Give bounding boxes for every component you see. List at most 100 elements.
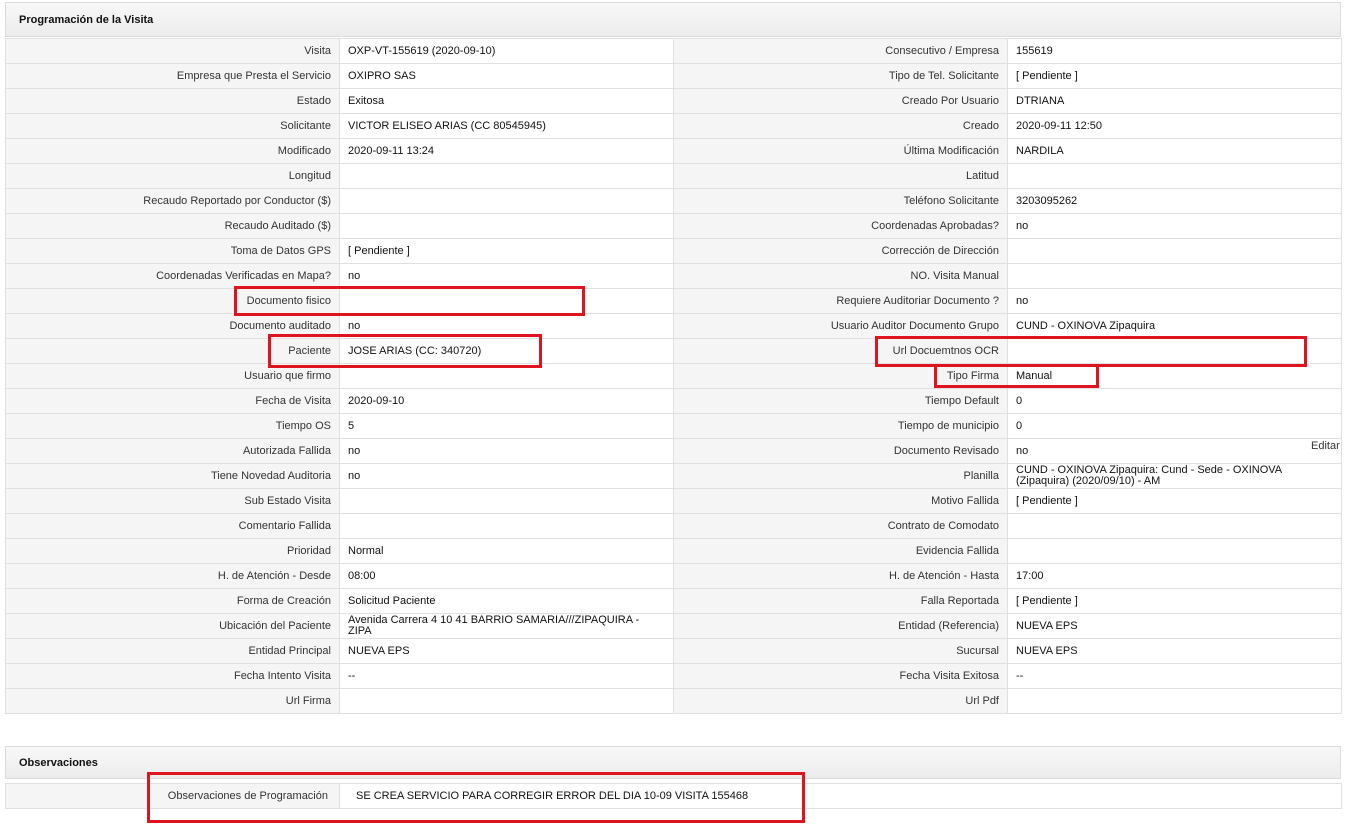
table-row: Paciente JOSE ARIAS (CC: 340720) Url Docue… bbox=[5, 338, 1342, 364]
field-label: Última Modificación bbox=[673, 138, 1008, 164]
field-label: Estado bbox=[5, 88, 340, 114]
field-value: no bbox=[1007, 438, 1342, 464]
field-label: Url Docuemtnos OCR bbox=[673, 338, 1008, 364]
field-label: Planilla bbox=[673, 463, 1008, 489]
field-value bbox=[1007, 688, 1342, 714]
field-label: Tiempo Default bbox=[673, 388, 1008, 414]
field-value: no bbox=[339, 313, 674, 339]
field-value: -- bbox=[339, 663, 674, 689]
field-value bbox=[339, 188, 674, 214]
field-value bbox=[1007, 538, 1342, 564]
table-row: Tiempo OS 5 Tiempo de municipio 0 bbox=[5, 413, 1342, 439]
field-label: Requiere Auditoriar Documento ? bbox=[673, 288, 1008, 314]
field-label: Falla Reportada bbox=[673, 588, 1008, 614]
table-row: Autorizada Fallida no Documento Revisado … bbox=[5, 438, 1342, 464]
field-label: Sucursal bbox=[673, 638, 1008, 664]
field-label: Usuario que firmo bbox=[5, 363, 340, 389]
field-value: DTRIANA bbox=[1007, 88, 1342, 114]
table-row: Longitud Latitud bbox=[5, 163, 1342, 189]
field-value: OXP-VT-155619 (2020-09-10) bbox=[339, 38, 674, 64]
field-value: Avenida Carrera 4 10 41 BARRIO SAMARIA//… bbox=[339, 613, 674, 639]
table-row: Comentario Fallida Contrato de Comodato bbox=[5, 513, 1342, 539]
field-value: 5 bbox=[339, 413, 674, 439]
field-value: no bbox=[339, 263, 674, 289]
table-row: Visita OXP-VT-155619 (2020-09-10) Consecut… bbox=[5, 38, 1342, 64]
field-value: CUND - OXINOVA Zipaquira bbox=[1007, 313, 1342, 339]
field-label: Fecha Visita Exitosa bbox=[673, 663, 1008, 689]
table-row: Entidad Principal NUEVA EPS Sucursal NUEVA … bbox=[5, 638, 1342, 664]
table-row: Toma de Datos GPS[ Pendiente ] Corrección… bbox=[5, 238, 1342, 264]
field-label: Toma de Datos GPS bbox=[5, 238, 340, 264]
table-row: Url Firma Url Pdf bbox=[5, 688, 1342, 714]
table-row: Empresa que Presta el Servicio OXIPRO SAS… bbox=[5, 63, 1342, 89]
field-value: VICTOR ELISEO ARIAS (CC 80545945) bbox=[339, 113, 674, 139]
table-row: Estado Exitosa Creado Por Usuario DTRIANA bbox=[5, 88, 1342, 114]
field-value: [ Pendiente ] bbox=[1007, 63, 1342, 89]
field-value: Manual bbox=[1007, 363, 1342, 389]
table-row: Observaciones de Programación SE CREA SE… bbox=[5, 783, 1342, 809]
table-row: Fecha Intento Visita -- Fecha Visita Exit… bbox=[5, 663, 1342, 689]
field-value bbox=[339, 688, 674, 714]
field-value: 0 bbox=[1007, 388, 1342, 414]
field-label: Sub Estado Visita bbox=[5, 488, 340, 514]
field-value bbox=[1007, 163, 1342, 189]
field-label: H. de Atención - Hasta bbox=[673, 563, 1008, 589]
field-value: [ Pendiente ] bbox=[1007, 488, 1342, 514]
field-value bbox=[339, 513, 674, 539]
field-value: no bbox=[339, 463, 674, 489]
field-value: JOSE ARIAS (CC: 340720) bbox=[339, 338, 674, 364]
field-label: Tiempo OS bbox=[5, 413, 340, 439]
section-header-programacion: Programación de la Visita bbox=[5, 2, 1341, 37]
field-label: Fecha de Visita bbox=[5, 388, 340, 414]
table-row: Documento fisico Requiere Auditoriar Docu… bbox=[5, 288, 1342, 314]
field-value: SE CREA SERVICIO PARA CORREGIR ERROR DEL… bbox=[339, 783, 1342, 809]
edit-link[interactable]: Editar bbox=[1311, 440, 1340, 452]
field-label: Modificado bbox=[5, 138, 340, 164]
field-label: Corrección de Dirección bbox=[673, 238, 1008, 264]
field-label: Usuario Auditor Documento Grupo bbox=[673, 313, 1008, 339]
table-row: Forma de Creación Solicitud Paciente Falla… bbox=[5, 588, 1342, 614]
field-value bbox=[339, 488, 674, 514]
field-value: 2020-09-11 13:24 bbox=[339, 138, 674, 164]
field-label: Recaudo Reportado por Conductor ($) bbox=[5, 188, 340, 214]
field-label: Forma de Creación bbox=[5, 588, 340, 614]
field-label: Tipo Firma bbox=[673, 363, 1008, 389]
field-label: Creado bbox=[673, 113, 1008, 139]
field-label: Consecutivo / Empresa bbox=[673, 38, 1008, 64]
field-label: NO. Visita Manual bbox=[673, 263, 1008, 289]
field-value bbox=[1007, 338, 1342, 364]
field-label: Tiene Novedad Auditoria bbox=[5, 463, 340, 489]
field-value: NUEVA EPS bbox=[339, 638, 674, 664]
field-label: Longitud bbox=[5, 163, 340, 189]
field-label: Tiempo de municipio bbox=[673, 413, 1008, 439]
field-value bbox=[339, 363, 674, 389]
table-row: Coordenadas Verificadas en Mapa? no NO. V… bbox=[5, 263, 1342, 289]
field-label: Visita bbox=[5, 38, 340, 64]
field-label: Paciente bbox=[5, 338, 340, 364]
field-value: Exitosa bbox=[339, 88, 674, 114]
table-row: Recaudo Auditado ($) Coordenadas Aprobada… bbox=[5, 213, 1342, 239]
observaciones-table: Observaciones de Programación SE CREA SE… bbox=[5, 783, 1342, 809]
table-row: Usuario que firmo Tipo Firma Manual bbox=[5, 363, 1342, 389]
field-value bbox=[1007, 263, 1342, 289]
field-label: Entidad Principal bbox=[5, 638, 340, 664]
field-label: H. de Atención - Desde bbox=[5, 563, 340, 589]
field-value: 155619 bbox=[1007, 38, 1342, 64]
field-value: Solicitud Paciente bbox=[339, 588, 674, 614]
table-row: Tiene Novedad Auditoria no Planilla CUND -… bbox=[5, 463, 1342, 489]
field-value: 2020-09-10 bbox=[339, 388, 674, 414]
field-label: Teléfono Solicitante bbox=[673, 188, 1008, 214]
field-label: Tipo de Tel. Solicitante bbox=[673, 63, 1008, 89]
field-label: Coordenadas Aprobadas? bbox=[673, 213, 1008, 239]
field-value: 17:00 bbox=[1007, 563, 1342, 589]
field-value: NARDILA bbox=[1007, 138, 1342, 164]
field-value: no bbox=[339, 438, 674, 464]
field-label: Contrato de Comodato bbox=[673, 513, 1008, 539]
field-value: [ Pendiente ] bbox=[1007, 588, 1342, 614]
visit-details-table: Visita OXP-VT-155619 (2020-09-10) Consecut… bbox=[5, 38, 1342, 714]
field-label: Coordenadas Verificadas en Mapa? bbox=[5, 263, 340, 289]
field-value: CUND - OXINOVA Zipaquira: Cund - Sede - … bbox=[1007, 463, 1342, 489]
field-label: Prioridad bbox=[5, 538, 340, 564]
section-header-observaciones: Observaciones bbox=[5, 746, 1341, 779]
table-row: Sub Estado Visita Motivo Fallida[ Pendien… bbox=[5, 488, 1342, 514]
